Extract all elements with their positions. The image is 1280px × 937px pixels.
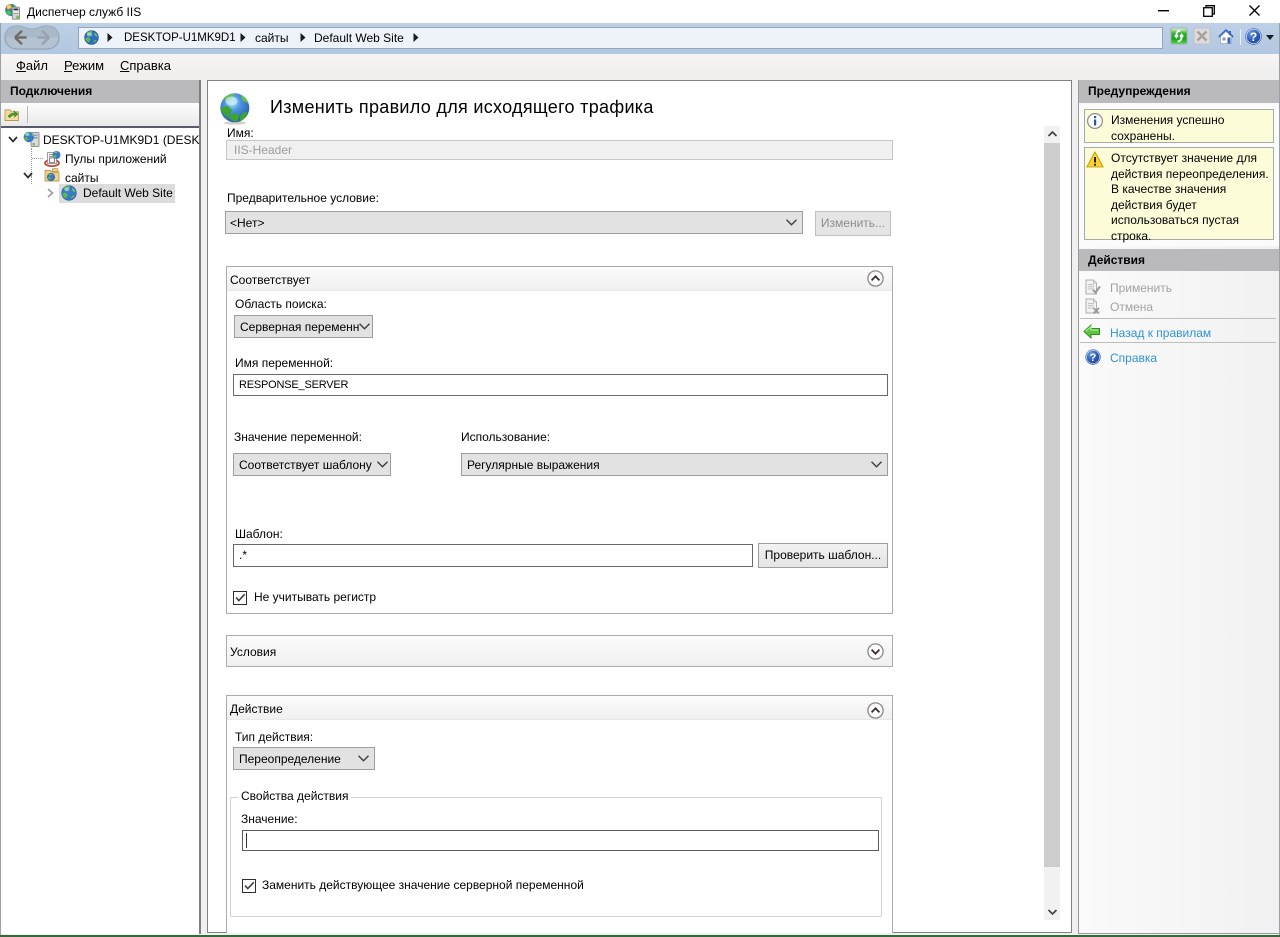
svg-text:?: ? [1090, 352, 1097, 364]
svg-text:?: ? [1250, 30, 1257, 44]
